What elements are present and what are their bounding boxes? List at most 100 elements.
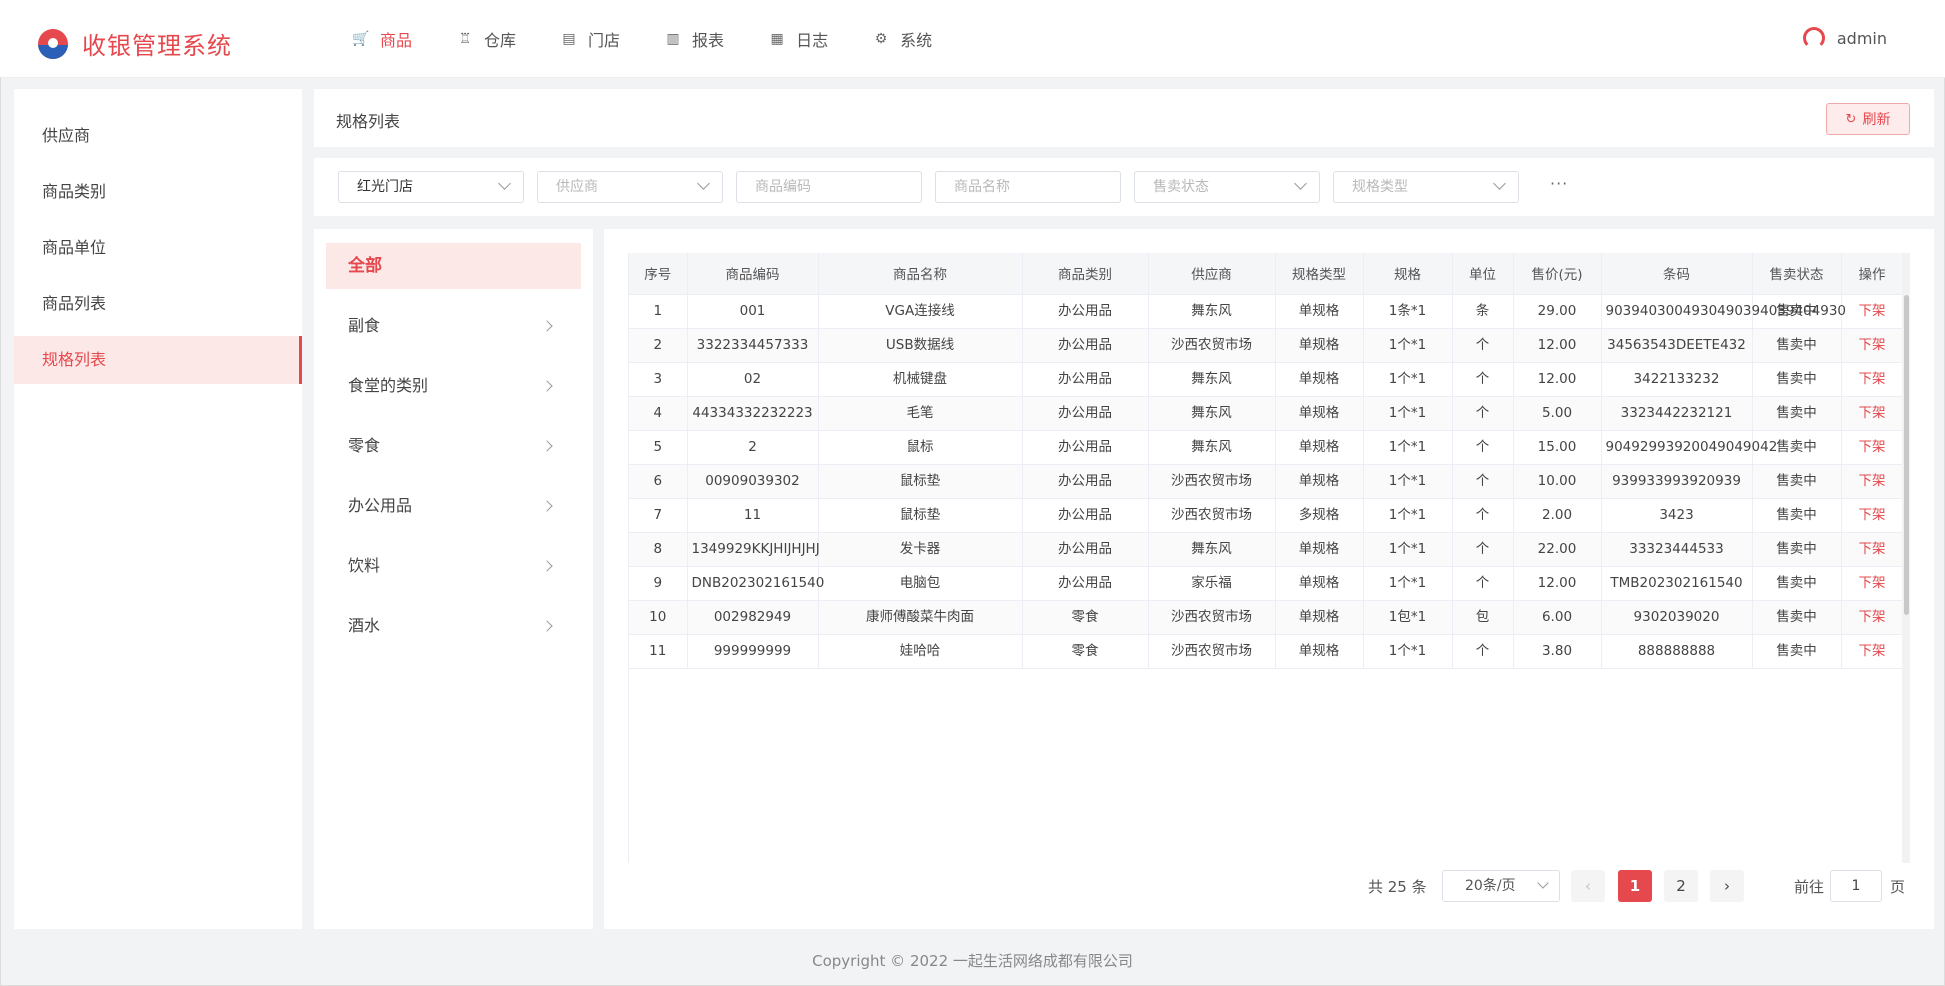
table-cell: 3 xyxy=(629,362,688,397)
table-cell: 3322334457333 xyxy=(687,328,819,363)
sidebar-item-1[interactable]: 商品类别 xyxy=(14,168,302,216)
table-row[interactable]: 1 001 VGA连接线 办公用品 舞东风 单规格 1条*1 条 29.00 9039403004… xyxy=(629,294,1904,329)
table-cell: 单规格 xyxy=(1275,634,1364,669)
page-button-2[interactable]: 2 xyxy=(1664,870,1698,902)
delist-button[interactable]: 下架 xyxy=(1841,600,1904,635)
category-item[interactable]: 办公用品 xyxy=(326,483,581,529)
chart-icon: ▥ xyxy=(666,31,680,47)
table-cell: 舞东风 xyxy=(1148,396,1276,431)
table-cell: 办公用品 xyxy=(1022,396,1149,431)
spec-type-select[interactable]: 规格类型 xyxy=(1333,171,1519,203)
app-logo[interactable]: 收银管理系统 xyxy=(38,26,232,61)
goto-page-input[interactable] xyxy=(1830,870,1882,902)
sidebar-item-2[interactable]: 商品单位 xyxy=(14,224,302,272)
category-all[interactable]: 全部 xyxy=(326,243,581,289)
category-item[interactable]: 食堂的类别 xyxy=(326,363,581,409)
table-cell: 1349929KKJHIJHJHJ xyxy=(687,532,820,567)
sidebar-item-3[interactable]: 商品列表 xyxy=(14,280,302,328)
table-cell: 办公用品 xyxy=(1022,430,1149,465)
table-cell: 沙西农贸市场 xyxy=(1148,464,1276,499)
user-menu[interactable]: admin xyxy=(1802,27,1887,49)
nav-item-label: 系统 xyxy=(900,31,933,50)
delist-button[interactable]: 下架 xyxy=(1841,634,1904,669)
nav-item-4[interactable]: ▦ 日志 xyxy=(768,26,828,52)
category-item[interactable]: 副食 xyxy=(326,303,581,349)
table-cell: 多规格 xyxy=(1275,498,1364,533)
prev-page-button[interactable]: ‹ xyxy=(1571,870,1605,902)
table-cell: 1个*1 xyxy=(1363,396,1453,431)
nav-item-1[interactable]: ♖ 仓库 xyxy=(456,26,516,52)
delist-button[interactable]: 下架 xyxy=(1841,532,1904,567)
table-cell: 家乐福 xyxy=(1148,566,1276,601)
delist-button[interactable]: 下架 xyxy=(1841,294,1904,329)
table-cell: 999999999 xyxy=(687,634,819,669)
delist-button[interactable]: 下架 xyxy=(1841,362,1904,397)
table-cell: 1个*1 xyxy=(1363,634,1453,669)
category-item[interactable]: 酒水 xyxy=(326,603,581,649)
table-cell: 康师傅酸菜牛肉面 xyxy=(818,600,1023,635)
delist-button[interactable]: 下架 xyxy=(1841,498,1904,533)
delist-button[interactable]: 下架 xyxy=(1841,566,1904,601)
table-cell: 2.00 xyxy=(1513,498,1602,533)
chevron-right-icon xyxy=(541,620,553,632)
table-row[interactable]: 9 DNB202302161540 电脑包 办公用品 家乐福 单规格 1个*1 个 12.00 T… xyxy=(629,566,1904,601)
product-name-field[interactable] xyxy=(935,171,1121,203)
sale-status-select[interactable]: 售卖状态 xyxy=(1134,171,1320,203)
table-cell: 鼠标 xyxy=(818,430,1023,465)
table-cell: 个 xyxy=(1452,430,1514,465)
table-row[interactable]: 10 002982949 康师傅酸菜牛肉面 零食 沙西农贸市场 单规格 1包*1 包 6.00 9… xyxy=(629,600,1904,635)
table-row[interactable]: 5 2 鼠标 办公用品 舞东风 单规格 1个*1 个 15.00 9049299392004904… xyxy=(629,430,1904,465)
page-button-1[interactable]: 1 xyxy=(1618,870,1652,902)
product-name-input[interactable] xyxy=(954,179,1104,195)
store-select[interactable]: 红光门店 xyxy=(338,171,524,203)
table-row[interactable]: 6 00909039302 鼠标垫 办公用品 沙西农贸市场 单规格 1个*1 个 10.00 93… xyxy=(629,464,1904,499)
table-cell: 1个*1 xyxy=(1363,566,1453,601)
column-header: 序号 xyxy=(629,253,688,295)
table-cell: 11 xyxy=(687,498,819,533)
nav-item-0[interactable]: 🛒 商品 xyxy=(352,26,412,52)
delist-button[interactable]: 下架 xyxy=(1841,328,1904,363)
table-cell: 个 xyxy=(1452,634,1514,669)
refresh-button[interactable]: ↻ 刷新 xyxy=(1826,103,1910,135)
nav-item-3[interactable]: ▥ 报表 xyxy=(664,26,724,52)
table-row[interactable]: 11 999999999 娃哈哈 零食 沙西农贸市场 单规格 1个*1 个 3.80 888888… xyxy=(629,634,1904,669)
delist-button[interactable]: 下架 xyxy=(1841,396,1904,431)
category-item[interactable]: 饮料 xyxy=(326,543,581,589)
next-page-button[interactable]: › xyxy=(1710,870,1744,902)
table-body: 1 001 VGA连接线 办公用品 舞东风 单规格 1条*1 条 29.00 9039403004… xyxy=(629,294,1904,669)
spec-table-container[interactable]: 序号 商品编码 商品名称 商品类别 供应商 规格类型 规格 单位 售价(元) 条码 售卖状态 操作 1… xyxy=(628,253,1910,863)
chevron-down-icon xyxy=(1294,177,1307,190)
page-size-select[interactable]: 20条/页 xyxy=(1442,870,1560,902)
column-header: 售卖状态 xyxy=(1752,253,1842,295)
table-cell: 002982949 xyxy=(687,600,819,635)
table-row[interactable]: 2 3322334457333 USB数据线 办公用品 沙西农贸市场 单规格 1个*1 个 12… xyxy=(629,328,1904,363)
more-filters-button[interactable]: ··· xyxy=(1550,174,1568,193)
product-code-field[interactable] xyxy=(736,171,922,203)
table-row[interactable]: 8 1349929KKJHIJHJHJ 发卡器 办公用品 舞东风 单规格 1个*1 个 22.0… xyxy=(629,532,1904,567)
product-code-input[interactable] xyxy=(755,179,905,195)
sidebar-item-0[interactable]: 供应商 xyxy=(14,112,302,160)
table-cell: 1个*1 xyxy=(1363,328,1453,363)
chevron-right-icon xyxy=(541,380,553,392)
table-cell: 单规格 xyxy=(1275,362,1364,397)
chevron-right-icon xyxy=(541,500,553,512)
category-item[interactable]: 零食 xyxy=(326,423,581,469)
table-cell: 1个*1 xyxy=(1363,430,1453,465)
table-cell: 单规格 xyxy=(1275,328,1364,363)
table-cell: 12.00 xyxy=(1513,328,1602,363)
delist-button[interactable]: 下架 xyxy=(1841,464,1904,499)
nav-item-5[interactable]: ⚙ 系统 xyxy=(872,26,932,52)
table-cell: 02 xyxy=(687,362,819,397)
table-row[interactable]: 4 44334332232223 毛笔 办公用品 舞东风 单规格 1个*1 个 5.00 3323… xyxy=(629,396,1904,431)
sidebar-item-4[interactable]: 规格列表 xyxy=(14,336,302,384)
scrollbar-thumb[interactable] xyxy=(1904,295,1909,615)
supplier-select[interactable]: 供应商 xyxy=(537,171,723,203)
table-row[interactable]: 3 02 机械键盘 办公用品 舞东风 单规格 1个*1 个 12.00 3422133232 售卖中… xyxy=(629,362,1904,397)
table-cell: 90492993920049049042 xyxy=(1601,430,1777,465)
nav-item-2[interactable]: ▤ 门店 xyxy=(560,26,620,52)
delist-button[interactable]: 下架 xyxy=(1841,430,1904,465)
table-row[interactable]: 7 11 鼠标垫 办公用品 沙西农贸市场 多规格 1个*1 个 2.00 3423 售卖中 下架 xyxy=(629,498,1904,533)
table-cell: 发卡器 xyxy=(818,532,1023,567)
table-cell: DNB202302161540 xyxy=(687,566,824,601)
table-scrollbar[interactable] xyxy=(1902,253,1910,863)
